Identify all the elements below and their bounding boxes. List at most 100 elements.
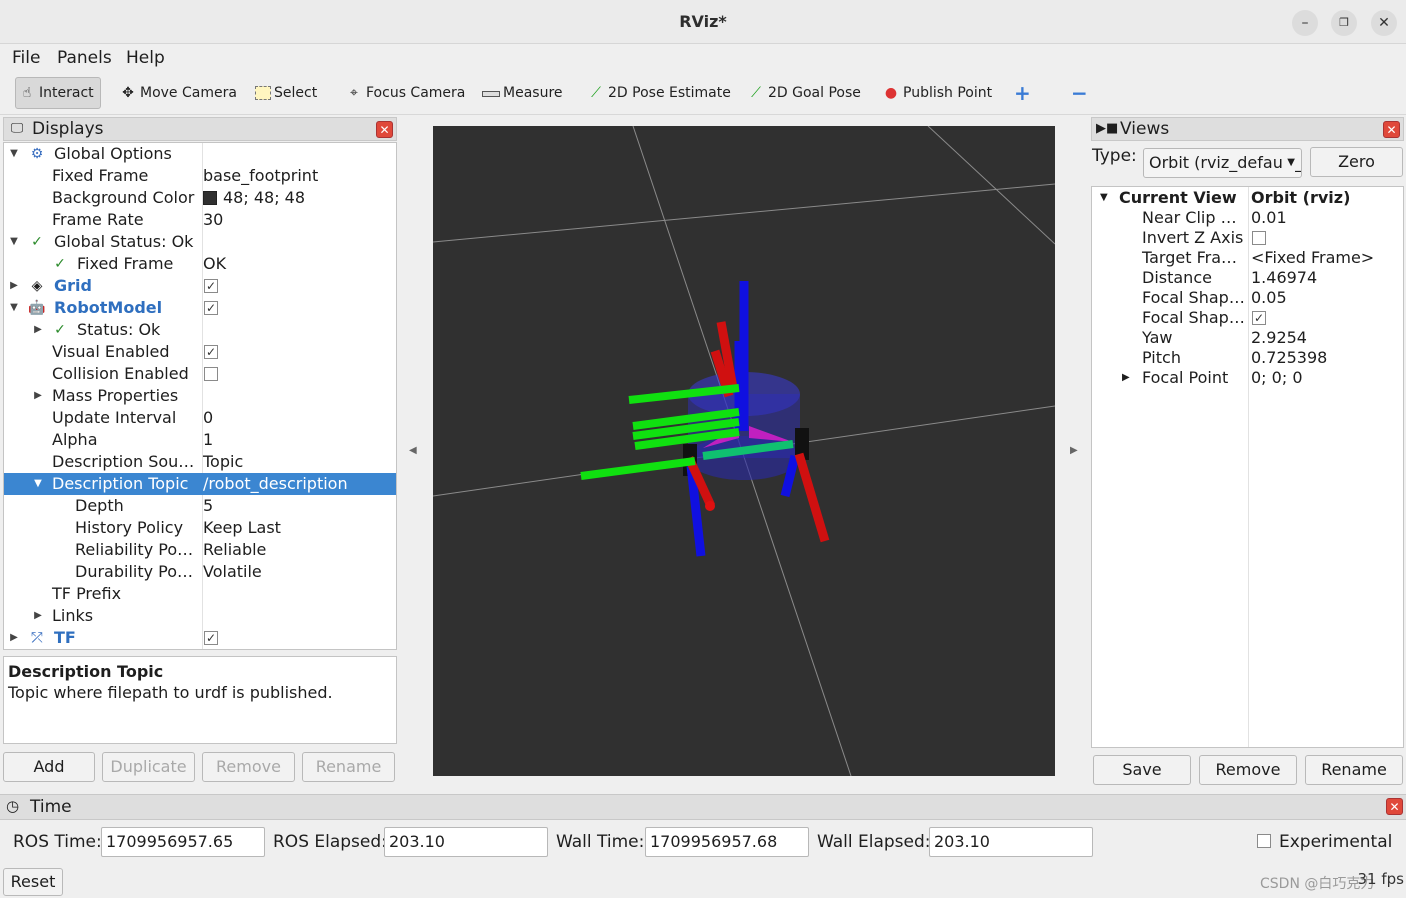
row-value[interactable]: 0.725398 [1251, 348, 1327, 368]
collapse-arrow-icon[interactable]: ▶ [8, 275, 20, 297]
row-value[interactable]: 0.05 [1251, 288, 1287, 308]
menu-file[interactable]: File [12, 48, 40, 68]
tree-row-fixed-frame-status[interactable]: ✓ Fixed Frame OK [4, 253, 396, 275]
menu-help[interactable]: Help [126, 48, 165, 68]
measure-tool-button[interactable]: Measure [482, 77, 563, 109]
row-value[interactable]: base_footprint [203, 165, 318, 187]
row-value[interactable]: /robot_description [203, 473, 348, 495]
tf-enabled-checkbox[interactable]: ✓ [204, 631, 218, 645]
tree-row-description-source[interactable]: Description Sou… Topic [4, 451, 396, 473]
wall-elapsed-field[interactable]: 203.10 [929, 827, 1093, 857]
view-type-select[interactable]: Orbit (rviz_default_plugins) ▼ [1143, 148, 1302, 178]
view-row-distance[interactable]: Distance 1.46974 [1092, 268, 1403, 288]
view-row-focal-shape-fixed[interactable]: Focal Shap… ✓ [1092, 308, 1403, 328]
row-value[interactable]: Reliable [203, 539, 266, 561]
tree-row-depth[interactable]: Depth 5 [4, 495, 396, 517]
reset-button[interactable]: Reset [3, 868, 63, 896]
collapse-arrow-icon[interactable]: ▶ [32, 319, 44, 341]
tree-row-robotmodel[interactable]: ▼ 🤖 RobotModel ✓ [4, 297, 396, 319]
tree-row-global-options[interactable]: ▼ ⚙ Global Options [4, 143, 396, 165]
row-value[interactable]: Volatile [203, 561, 262, 583]
visual-enabled-checkbox[interactable]: ✓ [204, 345, 218, 359]
invert-z-checkbox[interactable] [1252, 231, 1266, 245]
collapse-right-icon[interactable]: ▶ [1070, 445, 1078, 456]
expand-arrow-icon[interactable]: ▼ [1100, 188, 1108, 208]
close-time-icon[interactable]: ✕ [1386, 798, 1403, 815]
add-tool-icon[interactable]: + [1014, 77, 1031, 109]
minimize-icon[interactable]: – [1292, 10, 1318, 36]
view-row-invert-z[interactable]: Invert Z Axis [1092, 228, 1403, 248]
tree-row-fixed-frame[interactable]: Fixed Frame base_footprint [4, 165, 396, 187]
add-display-button[interactable]: Add [3, 752, 95, 782]
collapse-arrow-icon[interactable]: ▶ [1122, 368, 1130, 388]
tree-row-mass-properties[interactable]: ▶ Mass Properties [4, 385, 396, 407]
close-views-icon[interactable]: ✕ [1383, 121, 1400, 138]
view-row-target-frame[interactable]: Target Fra… <Fixed Frame> [1092, 248, 1403, 268]
tree-row-grid[interactable]: ▶ ◈ Grid ✓ [4, 275, 396, 297]
collapse-arrow-icon[interactable]: ▶ [8, 627, 20, 649]
3d-scene[interactable] [433, 126, 1055, 776]
tree-row-history-policy[interactable]: History Policy Keep Last [4, 517, 396, 539]
select-tool-button[interactable]: Select [255, 77, 317, 109]
row-value[interactable]: 0; 0; 0 [1251, 368, 1303, 388]
save-view-button[interactable]: Save [1093, 755, 1191, 785]
remove-tool-icon[interactable]: − [1071, 77, 1088, 109]
row-value[interactable]: 0 [203, 407, 213, 429]
remove-view-button[interactable]: Remove [1199, 755, 1297, 785]
zero-view-button[interactable]: Zero [1310, 147, 1403, 177]
tree-row-collision-enabled[interactable]: Collision Enabled [4, 363, 396, 385]
grid-enabled-checkbox[interactable]: ✓ [204, 279, 218, 293]
ros-elapsed-field[interactable]: 203.10 [384, 827, 548, 857]
robotmodel-enabled-checkbox[interactable]: ✓ [204, 301, 218, 315]
tree-row-update-interval[interactable]: Update Interval 0 [4, 407, 396, 429]
focal-shape-fixed-checkbox[interactable]: ✓ [1252, 311, 1266, 325]
close-displays-icon[interactable]: ✕ [376, 121, 393, 138]
tree-row-durability-policy[interactable]: Durability Po… Volatile [4, 561, 396, 583]
row-value[interactable]: 1 [203, 429, 213, 451]
row-value[interactable]: 2.9254 [1251, 328, 1307, 348]
view-row-yaw[interactable]: Yaw 2.9254 [1092, 328, 1403, 348]
goal-pose-tool-button[interactable]: ⟋ 2D Goal Pose [747, 77, 861, 109]
expand-arrow-icon[interactable]: ▼ [8, 143, 20, 165]
row-value[interactable]: <Fixed Frame> [1251, 248, 1374, 268]
maximize-icon[interactable]: ❐ [1331, 10, 1357, 36]
view-row-focal-point[interactable]: ▶ Focal Point 0; 0; 0 [1092, 368, 1403, 388]
collapse-left-icon[interactable]: ◀ [409, 445, 417, 456]
tree-row-background-color[interactable]: Background Color 48; 48; 48 [4, 187, 396, 209]
expand-arrow-icon[interactable]: ▼ [32, 473, 44, 495]
rename-view-button[interactable]: Rename [1305, 755, 1403, 785]
duplicate-display-button[interactable]: Duplicate [102, 752, 195, 782]
row-value[interactable]: 30 [203, 209, 223, 231]
pose-estimate-tool-button[interactable]: ⟋ 2D Pose Estimate [587, 77, 731, 109]
close-icon[interactable]: ✕ [1371, 10, 1397, 36]
row-value[interactable]: Topic [203, 451, 243, 473]
tree-row-links[interactable]: ▶ Links [4, 605, 396, 627]
expand-arrow-icon[interactable]: ▼ [8, 231, 20, 253]
view-row-focal-shape-size[interactable]: Focal Shap… 0.05 [1092, 288, 1403, 308]
tree-row-reliability-policy[interactable]: Reliability Po… Reliable [4, 539, 396, 561]
tree-row-tf-prefix[interactable]: TF Prefix [4, 583, 396, 605]
focus-camera-tool-button[interactable]: ⌖ Focus Camera [345, 77, 465, 109]
tree-row-alpha[interactable]: Alpha 1 [4, 429, 396, 451]
row-value[interactable]: 5 [203, 495, 213, 517]
tree-row-description-topic[interactable]: ▼ Description Topic /robot_description [4, 473, 396, 495]
collapse-arrow-icon[interactable]: ▶ [32, 385, 44, 407]
tree-row-visual-enabled[interactable]: Visual Enabled ✓ [4, 341, 396, 363]
publish-point-tool-button[interactable]: ● Publish Point [882, 77, 992, 109]
tree-row-tf[interactable]: ▶ ⤱ TF ✓ [4, 627, 396, 649]
collision-enabled-checkbox[interactable] [204, 367, 218, 381]
collapse-arrow-icon[interactable]: ▶ [32, 605, 44, 627]
row-value[interactable]: 1.46974 [1251, 268, 1317, 288]
remove-display-button[interactable]: Remove [202, 752, 295, 782]
tree-row-global-status[interactable]: ▼ ✓ Global Status: Ok [4, 231, 396, 253]
interact-tool-button[interactable]: ☝ Interact [15, 77, 101, 109]
row-value[interactable]: 0.01 [1251, 208, 1287, 228]
ros-time-field[interactable]: 1709956957.65 [101, 827, 265, 857]
view-row-pitch[interactable]: Pitch 0.725398 [1092, 348, 1403, 368]
tree-row-frame-rate[interactable]: Frame Rate 30 [4, 209, 396, 231]
menu-panels[interactable]: Panels [57, 48, 112, 68]
move-camera-tool-button[interactable]: ✥ Move Camera [119, 77, 237, 109]
experimental-checkbox[interactable] [1257, 834, 1271, 848]
rename-display-button[interactable]: Rename [302, 752, 395, 782]
color-value[interactable]: 48; 48; 48 [203, 187, 305, 209]
